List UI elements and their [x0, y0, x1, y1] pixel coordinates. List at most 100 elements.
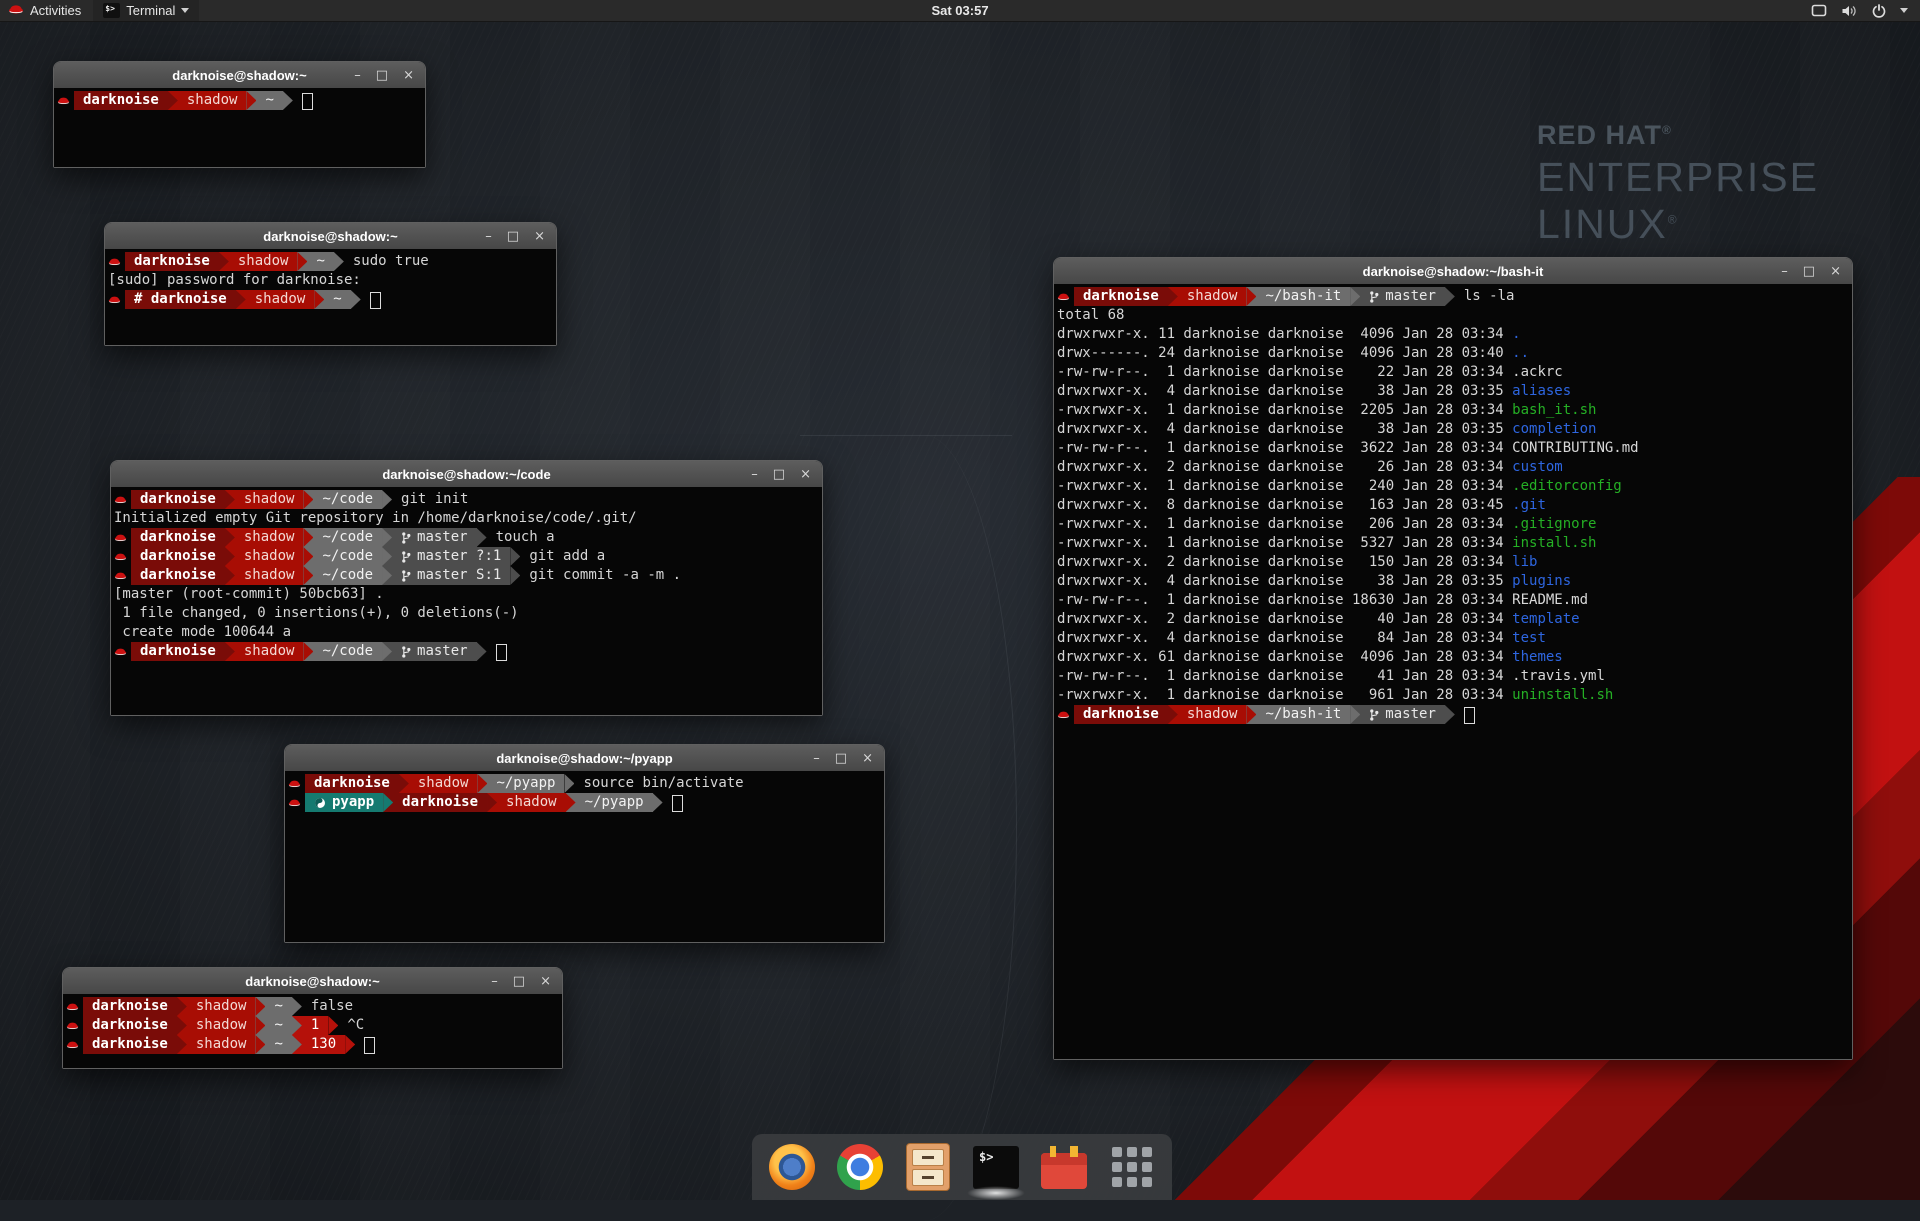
- close-button[interactable]: ×: [862, 752, 873, 765]
- terminal-output: [sudo] password for darknoise:: [105, 271, 361, 290]
- maximize-button[interactable]: □: [376, 69, 388, 82]
- dock-toolbox[interactable]: [1039, 1142, 1089, 1192]
- system-status-menu[interactable]: [1811, 0, 1920, 21]
- dock-app-grid[interactable]: [1107, 1142, 1157, 1192]
- terminal-window-pyapp: darknoise@shadow:~/pyapp–□×darknoiseshad…: [284, 744, 885, 943]
- prompt-segment-text: master: [417, 528, 468, 547]
- prompt-segment-text: ~/pyapp: [496, 774, 555, 793]
- prompt-segment-text: shadow: [187, 91, 238, 110]
- window-title: darknoise@shadow:~: [263, 229, 397, 244]
- powerline-separator: [328, 1016, 338, 1035]
- ls-row-filename: custom: [1512, 458, 1563, 477]
- powerline-separator: [168, 91, 178, 110]
- grid-dot: [1112, 1177, 1122, 1187]
- prompt-segment-path: ~/bash-it: [1256, 287, 1350, 306]
- minimize-button[interactable]: –: [491, 975, 498, 988]
- maximize-button[interactable]: □: [1803, 265, 1815, 278]
- firefox-icon: [769, 1144, 815, 1190]
- window-titlebar[interactable]: darknoise@shadow:~–□×: [63, 968, 562, 995]
- minimize-button[interactable]: –: [1781, 265, 1788, 278]
- close-button[interactable]: ×: [540, 975, 551, 988]
- dock-files[interactable]: [903, 1142, 953, 1192]
- prompt-segment-text: darknoise: [1083, 287, 1159, 306]
- close-button[interactable]: ×: [800, 468, 811, 481]
- minimize-button[interactable]: –: [354, 69, 361, 82]
- maximize-button[interactable]: □: [835, 752, 847, 765]
- terminal-line: [master (root-commit) 50bcb63] .: [111, 585, 822, 604]
- terminal-content[interactable]: darknoiseshadow~: [54, 88, 425, 167]
- redhat-icon: [111, 528, 131, 547]
- prompt-segment-path: ~: [307, 252, 333, 271]
- app-menu-terminal[interactable]: $> Terminal: [93, 0, 199, 21]
- prompt-segment-text: 130: [311, 1035, 336, 1054]
- redhat-icon: [8, 1, 24, 20]
- prompt-segment-git: master: [392, 642, 477, 661]
- powerline-separator: [283, 91, 293, 110]
- close-button[interactable]: ×: [403, 69, 414, 82]
- rhel-logo: RED HAT® ENTERPRISE LINUX®: [1537, 122, 1819, 245]
- prompt-segment-text: darknoise: [92, 997, 168, 1016]
- minimize-button[interactable]: –: [751, 468, 758, 481]
- powerline-separator: [225, 528, 235, 547]
- redhat-icon: [111, 642, 131, 661]
- prompt-segment-text: pyapp: [332, 793, 374, 812]
- dock-chrome[interactable]: [835, 1142, 885, 1192]
- prompt-segment-text: master: [1385, 287, 1436, 306]
- top-bar: Activities $> Terminal Sat 03:57: [0, 0, 1920, 22]
- minimize-button[interactable]: –: [813, 752, 820, 765]
- maximize-button[interactable]: □: [507, 230, 519, 243]
- toolbox-icon: [1041, 1153, 1087, 1189]
- powerline-separator: [225, 566, 235, 585]
- prompt-segment-git: master S:1: [392, 566, 510, 585]
- terminal-window-bashit: darknoise@shadow:~/bash-it–□×darknoisesh…: [1053, 257, 1853, 1060]
- window-titlebar[interactable]: darknoise@shadow:~–□×: [54, 62, 425, 89]
- activities-button[interactable]: Activities: [0, 0, 93, 21]
- window-titlebar[interactable]: darknoise@shadow:~/code – □ ×: [111, 461, 822, 488]
- close-button[interactable]: ×: [1830, 265, 1841, 278]
- terminal-content[interactable]: darknoiseshadow~sudo true[sudo] password…: [105, 249, 556, 345]
- prompt-segment-text: darknoise: [140, 547, 216, 566]
- prompt-segment-user: darknoise: [131, 547, 225, 566]
- terminal-line: drwxrwxr-x. 8 darknoise darknoise 163 Ja…: [1054, 496, 1852, 515]
- powerline-separator: [566, 793, 576, 812]
- terminal-cursor: [496, 644, 507, 661]
- prompt-segment-path: ~: [324, 290, 350, 309]
- maximize-button[interactable]: □: [513, 975, 525, 988]
- prompt-segment-user: darknoise: [131, 566, 225, 585]
- prompt-segment-host: shadow: [235, 566, 304, 585]
- powerline-separator: [1350, 705, 1360, 724]
- terminal-content[interactable]: darknoiseshadow~/bash-itmasterls -latota…: [1054, 284, 1852, 1059]
- terminal-line: drwxrwxr-x. 4 darknoise darknoise 38 Jan…: [1054, 382, 1852, 401]
- terminal-line: drwx------. 24 darknoise darknoise 4096 …: [1054, 344, 1852, 363]
- prompt-segment-host: shadow: [497, 793, 566, 812]
- dock-firefox[interactable]: [767, 1142, 817, 1192]
- terminal-line: darknoiseshadow~/codemastertouch a: [111, 528, 822, 547]
- app-grid-icon: [1110, 1145, 1154, 1189]
- window-titlebar[interactable]: darknoise@shadow:~/pyapp–□×: [285, 745, 884, 772]
- terminal-content[interactable]: darknoiseshadow~falsedarknoiseshadow~1^C…: [63, 994, 562, 1068]
- prompt-segment-user: darknoise: [83, 997, 177, 1016]
- maximize-button[interactable]: □: [773, 468, 785, 481]
- terminal-line: total 68: [1054, 306, 1852, 325]
- prompt-segment-git: master: [1360, 705, 1445, 724]
- activities-label: Activities: [30, 3, 81, 18]
- terminal-line: -rw-rw-r--. 1 darknoise darknoise 22 Jan…: [1054, 363, 1852, 382]
- clock[interactable]: Sat 03:57: [931, 3, 988, 18]
- close-button[interactable]: ×: [534, 230, 545, 243]
- minimize-button[interactable]: –: [485, 230, 492, 243]
- prompt-segment-user: darknoise: [131, 490, 225, 509]
- terminal-line: drwxrwxr-x. 11 darknoise darknoise 4096 …: [1054, 325, 1852, 344]
- prompt-segment-text: shadow: [244, 642, 295, 661]
- terminal-content[interactable]: darknoiseshadow~/codegit initInitialized…: [111, 487, 822, 715]
- powerline-separator: [653, 793, 663, 812]
- prompt-segment-text: shadow: [418, 774, 469, 793]
- window-title: darknoise@shadow:~/code: [382, 467, 550, 482]
- terminal-line: # darknoiseshadow~: [105, 290, 556, 309]
- dock-terminal[interactable]: $>: [971, 1142, 1021, 1192]
- terminal-line: -rw-rw-r--. 1 darknoise darknoise 3622 J…: [1054, 439, 1852, 458]
- prompt-segment-host: shadow: [246, 290, 315, 309]
- window-titlebar[interactable]: darknoise@shadow:~ – □ ×: [105, 223, 556, 250]
- window-titlebar[interactable]: darknoise@shadow:~/bash-it–□×: [1054, 258, 1852, 285]
- terminal-content[interactable]: darknoiseshadow~/pyappsource bin/activat…: [285, 771, 884, 942]
- rhel-logo-line3: LINUX®: [1537, 204, 1819, 245]
